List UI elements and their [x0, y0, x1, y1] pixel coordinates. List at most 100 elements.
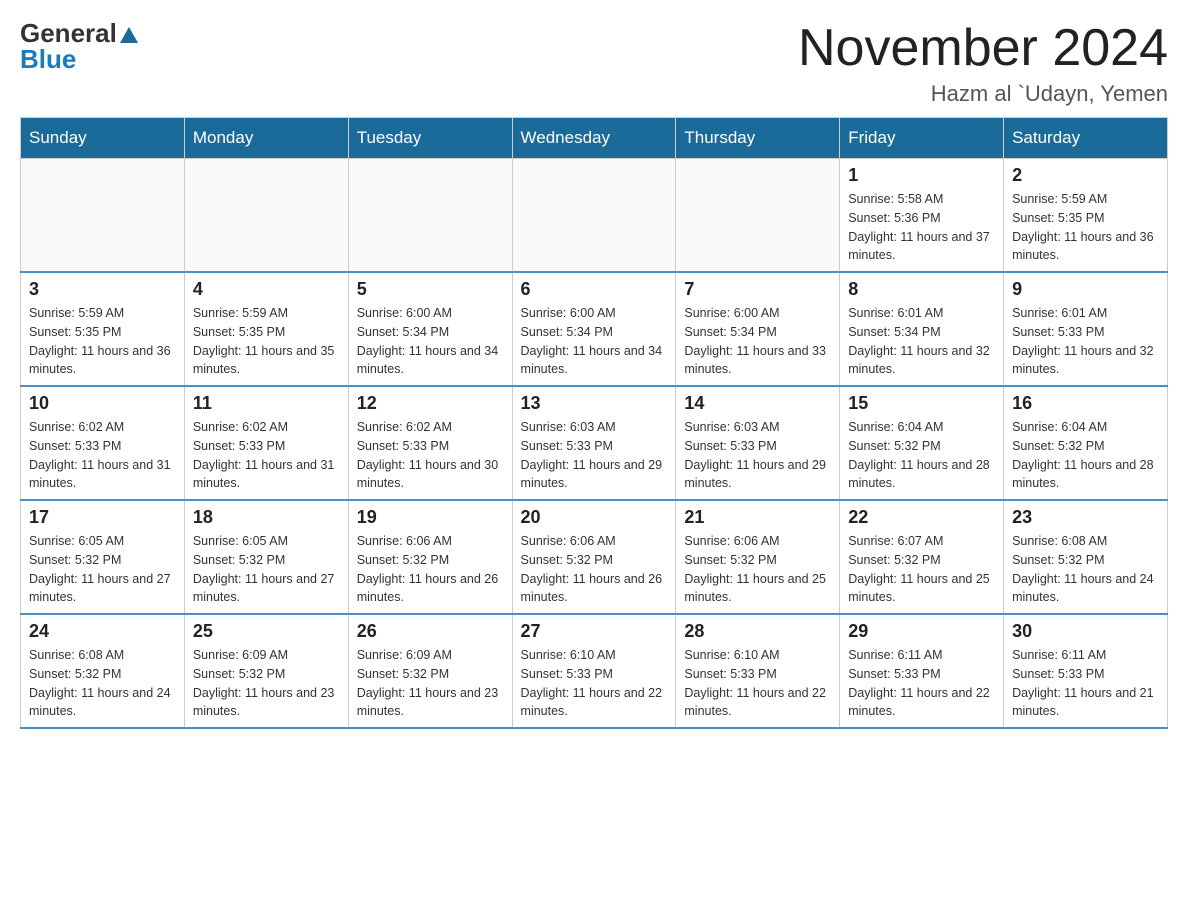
day-number: 21 — [684, 507, 831, 528]
calendar-cell: 22 Sunrise: 6:07 AMSunset: 5:32 PMDayligh… — [840, 500, 1004, 614]
day-number: 12 — [357, 393, 504, 414]
day-info: Sunrise: 6:11 AMSunset: 5:33 PMDaylight:… — [1012, 646, 1159, 721]
calendar-cell: 24Sunrise: 6:08 AMSunset: 5:32 PMDayligh… — [21, 614, 185, 728]
day-number: 22 — [848, 507, 995, 528]
day-number: 10 — [29, 393, 176, 414]
day-number: 14 — [684, 393, 831, 414]
calendar-cell: 17 Sunrise: 6:05 AMSunset: 5:32 PMDayligh… — [21, 500, 185, 614]
day-info: Sunrise: 6:10 AMSunset: 5:33 PMDaylight:… — [521, 646, 668, 721]
day-info: Sunrise: 6:00 AMSunset: 5:34 PMDaylight:… — [357, 304, 504, 379]
day-info: Sunrise: 6:03 AMSunset: 5:33 PMDaylight:… — [684, 418, 831, 493]
calendar-week-5: 24Sunrise: 6:08 AMSunset: 5:32 PMDayligh… — [21, 614, 1168, 728]
day-number: 20 — [521, 507, 668, 528]
day-info: Sunrise: 6:11 AMSunset: 5:33 PMDaylight:… — [848, 646, 995, 721]
day-info: Sunrise: 6:01 AMSunset: 5:33 PMDaylight:… — [1012, 304, 1159, 379]
calendar-cell: 27 Sunrise: 6:10 AMSunset: 5:33 PMDayligh… — [512, 614, 676, 728]
day-number: 1 — [848, 165, 995, 186]
calendar: SundayMondayTuesdayWednesdayThursdayFrid… — [20, 117, 1168, 729]
calendar-cell: 10 Sunrise: 6:02 AMSunset: 5:33 PMDayligh… — [21, 386, 185, 500]
day-info: Sunrise: 6:00 AMSunset: 5:34 PMDaylight:… — [521, 304, 668, 379]
day-number: 4 — [193, 279, 340, 300]
day-number: 24 — [29, 621, 176, 642]
header: General Blue November 2024 Hazm al `Uday… — [20, 20, 1168, 107]
day-info: Sunrise: 6:00 AMSunset: 5:34 PMDaylight:… — [684, 304, 831, 379]
day-info: Sunrise: 6:10 AMSunset: 5:33 PMDaylight:… — [684, 646, 831, 721]
calendar-cell: 26 Sunrise: 6:09 AMSunset: 5:32 PMDayligh… — [348, 614, 512, 728]
calendar-cell: 21Sunrise: 6:06 AMSunset: 5:32 PMDayligh… — [676, 500, 840, 614]
calendar-cell: 14 Sunrise: 6:03 AMSunset: 5:33 PMDayligh… — [676, 386, 840, 500]
calendar-cell — [676, 159, 840, 273]
calendar-cell: 19 Sunrise: 6:06 AMSunset: 5:32 PMDayligh… — [348, 500, 512, 614]
calendar-week-4: 17 Sunrise: 6:05 AMSunset: 5:32 PMDayligh… — [21, 500, 1168, 614]
calendar-cell: 30 Sunrise: 6:11 AMSunset: 5:33 PMDayligh… — [1004, 614, 1168, 728]
calendar-cell: 11 Sunrise: 6:02 AMSunset: 5:33 PMDayligh… — [184, 386, 348, 500]
day-number: 3 — [29, 279, 176, 300]
day-number: 6 — [521, 279, 668, 300]
calendar-cell: 13 Sunrise: 6:03 AMSunset: 5:33 PMDayligh… — [512, 386, 676, 500]
day-info: Sunrise: 6:03 AMSunset: 5:33 PMDaylight:… — [521, 418, 668, 493]
day-info: Sunrise: 6:06 AMSunset: 5:32 PMDaylight:… — [521, 532, 668, 607]
calendar-cell: 5 Sunrise: 6:00 AMSunset: 5:34 PMDaylight… — [348, 272, 512, 386]
calendar-cell: 8 Sunrise: 6:01 AMSunset: 5:34 PMDaylight… — [840, 272, 1004, 386]
calendar-cell: 23 Sunrise: 6:08 AMSunset: 5:32 PMDayligh… — [1004, 500, 1168, 614]
logo: General Blue — [20, 20, 138, 72]
calendar-cell — [348, 159, 512, 273]
day-info: Sunrise: 6:07 AMSunset: 5:32 PMDaylight:… — [848, 532, 995, 607]
day-info: Sunrise: 6:01 AMSunset: 5:34 PMDaylight:… — [848, 304, 995, 379]
day-info: Sunrise: 6:04 AMSunset: 5:32 PMDaylight:… — [1012, 418, 1159, 493]
calendar-cell: 1 Sunrise: 5:58 AMSunset: 5:36 PMDaylight… — [840, 159, 1004, 273]
day-number: 18 — [193, 507, 340, 528]
day-number: 30 — [1012, 621, 1159, 642]
day-info: Sunrise: 6:06 AMSunset: 5:32 PMDaylight:… — [357, 532, 504, 607]
calendar-week-2: 3 Sunrise: 5:59 AMSunset: 5:35 PMDaylight… — [21, 272, 1168, 386]
calendar-cell: 18 Sunrise: 6:05 AMSunset: 5:32 PMDayligh… — [184, 500, 348, 614]
day-number: 5 — [357, 279, 504, 300]
day-info: Sunrise: 5:59 AMSunset: 5:35 PMDaylight:… — [1012, 190, 1159, 265]
day-number: 13 — [521, 393, 668, 414]
day-info: Sunrise: 5:59 AMSunset: 5:35 PMDaylight:… — [29, 304, 176, 379]
day-header-sunday: Sunday — [21, 118, 185, 159]
day-number: 29 — [848, 621, 995, 642]
calendar-header-row: SundayMondayTuesdayWednesdayThursdayFrid… — [21, 118, 1168, 159]
day-header-monday: Monday — [184, 118, 348, 159]
calendar-cell: 29 Sunrise: 6:11 AMSunset: 5:33 PMDayligh… — [840, 614, 1004, 728]
month-title: November 2024 — [798, 20, 1168, 77]
day-header-saturday: Saturday — [1004, 118, 1168, 159]
day-info: Sunrise: 6:02 AMSunset: 5:33 PMDaylight:… — [357, 418, 504, 493]
calendar-cell: 25Sunrise: 6:09 AMSunset: 5:32 PMDayligh… — [184, 614, 348, 728]
day-info: Sunrise: 6:02 AMSunset: 5:33 PMDaylight:… — [193, 418, 340, 493]
calendar-cell — [21, 159, 185, 273]
day-number: 26 — [357, 621, 504, 642]
calendar-cell: 3 Sunrise: 5:59 AMSunset: 5:35 PMDaylight… — [21, 272, 185, 386]
calendar-cell: 15Sunrise: 6:04 AMSunset: 5:32 PMDayligh… — [840, 386, 1004, 500]
day-number: 8 — [848, 279, 995, 300]
calendar-cell: 7Sunrise: 6:00 AMSunset: 5:34 PMDaylight… — [676, 272, 840, 386]
calendar-cell — [184, 159, 348, 273]
calendar-cell: 16Sunrise: 6:04 AMSunset: 5:32 PMDayligh… — [1004, 386, 1168, 500]
day-number: 27 — [521, 621, 668, 642]
calendar-cell — [512, 159, 676, 273]
day-number: 23 — [1012, 507, 1159, 528]
day-number: 17 — [29, 507, 176, 528]
logo-general-text: General — [20, 20, 117, 46]
logo-blue-text: Blue — [20, 46, 76, 72]
day-info: Sunrise: 6:08 AMSunset: 5:32 PMDaylight:… — [1012, 532, 1159, 607]
day-info: Sunrise: 6:09 AMSunset: 5:32 PMDaylight:… — [357, 646, 504, 721]
day-header-thursday: Thursday — [676, 118, 840, 159]
day-number: 28 — [684, 621, 831, 642]
day-number: 9 — [1012, 279, 1159, 300]
day-info: Sunrise: 5:58 AMSunset: 5:36 PMDaylight:… — [848, 190, 995, 265]
calendar-cell: 12 Sunrise: 6:02 AMSunset: 5:33 PMDayligh… — [348, 386, 512, 500]
calendar-week-1: 1 Sunrise: 5:58 AMSunset: 5:36 PMDaylight… — [21, 159, 1168, 273]
day-info: Sunrise: 6:05 AMSunset: 5:32 PMDaylight:… — [193, 532, 340, 607]
calendar-cell: 20 Sunrise: 6:06 AMSunset: 5:32 PMDayligh… — [512, 500, 676, 614]
day-header-wednesday: Wednesday — [512, 118, 676, 159]
calendar-week-3: 10 Sunrise: 6:02 AMSunset: 5:33 PMDayligh… — [21, 386, 1168, 500]
day-info: Sunrise: 6:05 AMSunset: 5:32 PMDaylight:… — [29, 532, 176, 607]
day-info: Sunrise: 6:02 AMSunset: 5:33 PMDaylight:… — [29, 418, 176, 493]
calendar-cell: 28 Sunrise: 6:10 AMSunset: 5:33 PMDayligh… — [676, 614, 840, 728]
day-number: 19 — [357, 507, 504, 528]
day-info: Sunrise: 6:09 AMSunset: 5:32 PMDaylight:… — [193, 646, 340, 721]
calendar-cell: 9 Sunrise: 6:01 AMSunset: 5:33 PMDaylight… — [1004, 272, 1168, 386]
day-number: 11 — [193, 393, 340, 414]
